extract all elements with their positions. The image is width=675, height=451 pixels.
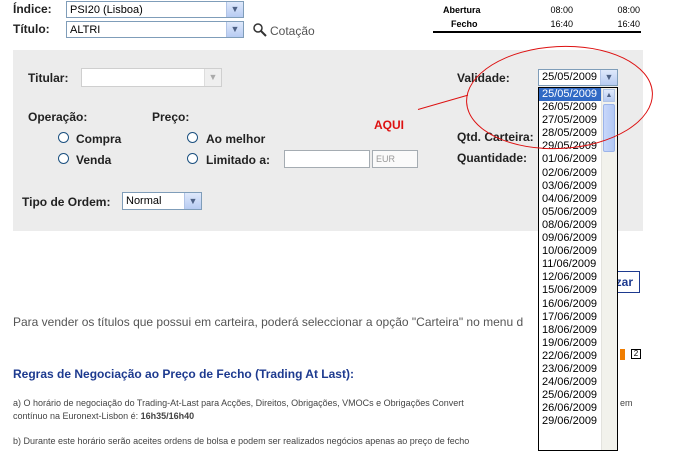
date-option[interactable]: 05/06/2009 — [539, 206, 604, 219]
dropdown-scrollbar[interactable]: ▲ — [601, 88, 617, 450]
ao-melhor-radio[interactable] — [187, 132, 198, 143]
date-option[interactable]: 04/06/2009 — [539, 193, 604, 206]
ao-melhor-label: Ao melhor — [206, 132, 266, 146]
indice-value: PSI20 (Lisboa) — [70, 4, 143, 16]
date-option[interactable]: 18/06/2009 — [539, 324, 604, 337]
indice-select[interactable]: PSI20 (Lisboa) ▼ — [66, 1, 244, 18]
date-option[interactable]: 16/06/2009 — [539, 298, 604, 311]
date-option[interactable]: 19/06/2009 — [539, 337, 604, 350]
operacao-label: Operação: — [28, 110, 88, 124]
chevron-down-icon[interactable]: ▼ — [204, 69, 221, 86]
rule-a-suffix: em — [620, 398, 633, 408]
schedule-row-open: Abertura 08:00 08:00 — [443, 5, 640, 15]
tipo-ordem-select[interactable]: Normal ▼ — [122, 192, 202, 210]
rules-heading: Regras de Negociação ao Preço de Fecho (… — [13, 367, 354, 381]
compra-radio[interactable] — [58, 132, 69, 143]
chevron-down-icon[interactable]: ▼ — [184, 193, 201, 209]
date-option[interactable]: 11/06/2009 — [539, 258, 604, 271]
indice-label: Índice: — [13, 2, 52, 16]
titular-label: Titular: — [28, 71, 69, 85]
orange-marker — [620, 349, 625, 360]
date-option[interactable]: 25/06/2009 — [539, 389, 604, 402]
date-option[interactable]: 26/06/2009 — [539, 402, 604, 415]
date-option[interactable]: 02/06/2009 — [539, 167, 604, 180]
chevron-down-icon[interactable]: ▼ — [226, 22, 243, 37]
schedule-row-close: Fecho 16:40 16:40 — [451, 19, 640, 29]
titular-select[interactable]: ▼ — [81, 68, 222, 87]
venda-radio[interactable] — [58, 153, 69, 164]
tipo-ordem-label: Tipo de Ordem: — [22, 195, 111, 209]
date-option[interactable]: 24/06/2009 — [539, 376, 604, 389]
venda-label: Venda — [76, 153, 112, 167]
magnifier-icon[interactable] — [252, 22, 267, 37]
limit-price-input[interactable] — [284, 150, 370, 168]
date-option[interactable]: 03/06/2009 — [539, 180, 604, 193]
quantidade-label: Quantidade: — [457, 151, 528, 165]
date-option[interactable]: 12/06/2009 — [539, 271, 604, 284]
chevron-down-icon[interactable]: ▼ — [226, 2, 243, 17]
rule-a-line1: a) O horário de negociação do Trading-At… — [13, 398, 464, 408]
cotacao-link[interactable]: Cotação — [270, 24, 315, 38]
date-option[interactable]: 01/06/2009 — [539, 153, 604, 166]
date-option[interactable]: 09/06/2009 — [539, 232, 604, 245]
rule-a-line2: contínuo na Euronext-Lisbon é: 16h35/16h… — [13, 411, 195, 421]
titulo-select[interactable]: ALTRI ▼ — [66, 21, 244, 38]
preco-label: Preço: — [152, 110, 190, 124]
date-option[interactable]: 22/06/2009 — [539, 350, 604, 363]
date-option[interactable]: 29/06/2009 — [539, 415, 604, 428]
limitado-radio[interactable] — [187, 153, 198, 164]
aqui-annotation: AQUI — [374, 118, 404, 132]
titulo-label: Título: — [13, 22, 50, 36]
date-option[interactable]: 17/06/2009 — [539, 311, 604, 324]
date-option[interactable]: 10/06/2009 — [539, 245, 604, 258]
date-option[interactable]: 15/06/2009 — [539, 284, 604, 297]
compra-label: Compra — [76, 132, 122, 146]
rule-b: b) Durante este horário serão aceites or… — [13, 436, 470, 446]
date-option[interactable]: 23/06/2009 — [539, 363, 604, 376]
sell-note: Para vender os títulos que possui em car… — [13, 315, 524, 329]
currency-field: EUR — [372, 150, 418, 168]
titulo-value: ALTRI — [70, 24, 101, 36]
limitado-label: Limitado a: — [206, 153, 271, 167]
page-2-link[interactable]: 2 — [631, 349, 641, 359]
schedule-table: Abertura 08:00 08:00 Fecho 16:40 16:40 — [433, 3, 641, 33]
date-option[interactable]: 08/06/2009 — [539, 219, 604, 232]
